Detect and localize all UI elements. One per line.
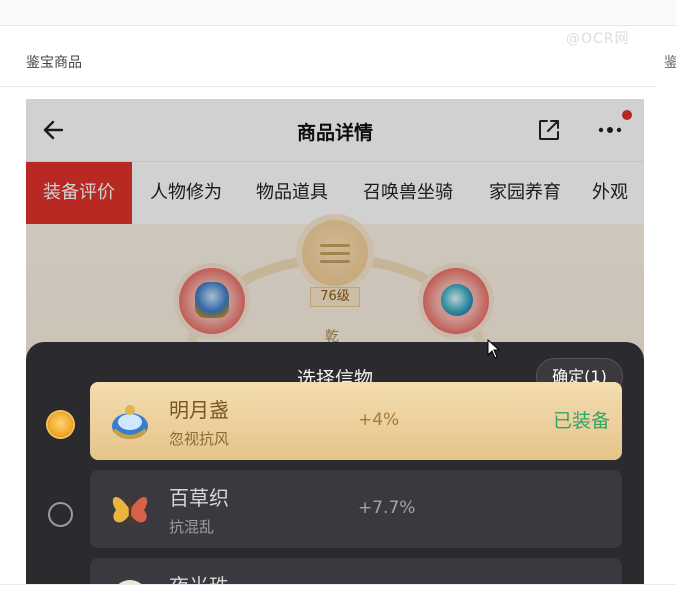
token-effect: 抗混乱	[169, 518, 215, 536]
token-name: 夜光珠	[169, 570, 229, 584]
token-name: 明月盏	[169, 398, 229, 422]
token-radio-1[interactable]	[48, 412, 73, 437]
equipped-status: 已装备	[552, 410, 610, 432]
token-name: 百草织	[169, 486, 229, 510]
list-item[interactable]: 明月盏 忽视抗风 +4% 已装备	[90, 382, 622, 460]
lamp-treasure-icon	[112, 405, 148, 439]
watermark: @OCR网	[566, 31, 630, 47]
footer-divider	[0, 584, 676, 585]
browser-top-strip	[0, 0, 676, 26]
token-effect: 忽视抗风	[169, 430, 230, 448]
phone-screen: 商品详情 装备评价 人物修为 物品道具 召唤兽坐骑 家园养育 外观 76级 乾 …	[26, 99, 644, 584]
next-page-title-clipped: 鉴	[664, 55, 676, 71]
pearl-treasure-icon	[118, 580, 142, 584]
page-title: 鉴宝商品	[26, 55, 82, 71]
list-item[interactable]: 夜光珠	[90, 558, 622, 584]
mouse-cursor-icon	[487, 339, 501, 359]
header-divider	[0, 86, 656, 87]
select-token-sheet: 选择信物 确定(1) 明月盏 忽视抗风 +4% 已装备 百草织 抗混乱 +7.7…	[26, 342, 644, 584]
butterfly-treasure-icon	[112, 496, 148, 524]
list-item[interactable]: 百草织 抗混乱 +7.7%	[90, 470, 622, 548]
token-radio-2[interactable]	[48, 502, 73, 527]
token-bonus: +4%	[358, 410, 400, 430]
token-bonus: +7.7%	[358, 498, 416, 518]
